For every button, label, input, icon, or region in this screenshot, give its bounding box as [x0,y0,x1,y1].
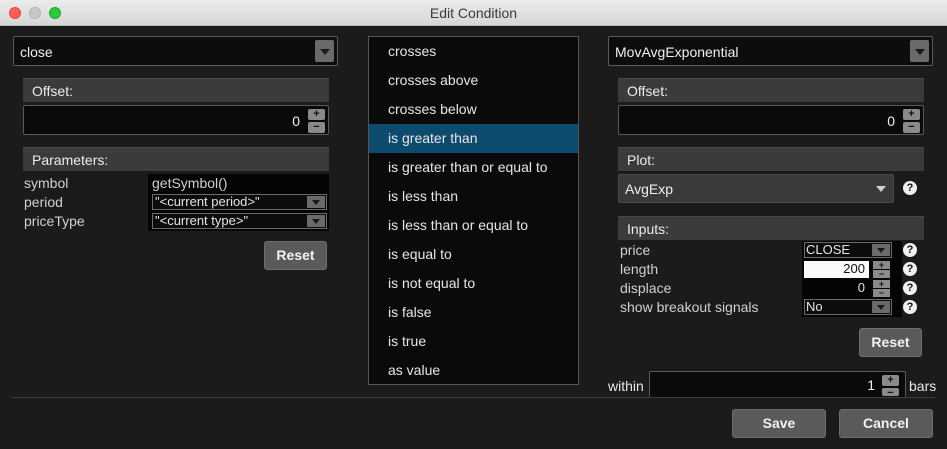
param-value[interactable]: getSymbol() [152,175,227,191]
left-offset-field[interactable]: 0 + − [23,105,329,135]
operator-item[interactable]: as value [369,356,578,385]
increment-icon[interactable]: + [882,375,899,386]
operator-item[interactable]: is not equal to [369,269,578,298]
pricetype-value: "<current type>" [155,213,249,228]
help-icon[interactable]: ? [903,281,917,295]
length-input[interactable]: 200 [804,261,869,278]
operator-item[interactable]: is true [369,327,578,356]
breakout-value: No [806,299,823,314]
operator-item[interactable]: is less than [369,182,578,211]
parameters-header: Parameters: [23,147,329,171]
operator-item[interactable]: is greater than or equal to [369,153,578,182]
window-title: Edit Condition [429,5,518,21]
right-offset-header: Offset: [618,78,924,102]
input-row-length: length 200 + − ? [618,260,924,279]
within-label: within [608,378,644,394]
breakout-select[interactable]: No [804,299,892,315]
help-icon[interactable]: ? [903,300,917,314]
chevron-down-icon[interactable] [307,215,325,227]
plot-select[interactable]: AvgExp [618,174,894,203]
param-key: priceType [24,213,85,229]
left-reset-button[interactable]: Reset [264,241,327,270]
decrement-icon[interactable]: − [882,388,899,399]
displace-value: 0 [857,280,865,295]
input-row-displace: displace 0 + − ? [618,279,924,298]
left-offset-header: Offset: [23,78,329,102]
input-row-price: price CLOSE ? [618,241,924,260]
help-icon[interactable]: ? [903,262,917,276]
title-bar: Edit Condition [0,0,947,26]
right-offset-label: Offset: [627,83,668,99]
increment-icon[interactable]: + [903,109,920,120]
chevron-down-icon[interactable] [307,196,325,208]
operator-item[interactable]: is equal to [369,240,578,269]
pricetype-select[interactable]: "<current type>" [152,213,327,229]
right-reset-button[interactable]: Reset [859,328,922,357]
param-key: period [24,194,63,210]
plot-label: Plot: [627,152,656,168]
chevron-down-icon[interactable] [876,186,886,192]
displace-input[interactable]: 0 [804,280,869,297]
input-key: show breakout signals [620,299,759,315]
operator-item[interactable]: crosses above [369,66,578,95]
inputs-header: Inputs: [618,216,924,240]
left-field-value: close [20,44,53,60]
operator-item-selected[interactable]: is greater than [369,124,578,153]
inputs-label: Inputs: [627,221,670,237]
param-row-pricetype: priceType "<current type>" [23,212,329,231]
param-row-symbol: symbol getSymbol() [23,174,329,193]
price-value: CLOSE [806,242,851,257]
input-key: displace [620,280,672,296]
decrement-icon[interactable]: − [873,289,890,298]
decrement-icon[interactable]: − [308,122,325,133]
increment-icon[interactable]: + [873,280,890,289]
chevron-down-icon[interactable] [872,244,890,256]
parameters-grid: symbol getSymbol() period "<current peri… [23,174,329,231]
plot-header: Plot: [618,147,924,171]
length-value: 200 [843,261,865,276]
param-row-period: period "<current period>" [23,193,329,212]
divider [12,397,935,398]
edit-condition-dialog: close Offset: 0 + − Parameters: symbol g… [0,26,947,449]
right-offset-value: 0 [887,113,895,129]
help-icon[interactable]: ? [903,181,917,195]
within-value: 1 [867,377,875,393]
operator-item[interactable]: crosses below [369,95,578,124]
right-offset-field[interactable]: 0 + − [618,105,924,135]
input-row-breakout: show breakout signals No ? [618,298,924,317]
decrement-icon[interactable]: − [873,270,890,279]
increment-icon[interactable]: + [308,109,325,120]
operator-item[interactable]: is false [369,298,578,327]
bars-label: bars [909,378,937,394]
within-field[interactable]: 1 + − [649,371,906,399]
left-offset-value: 0 [292,113,300,129]
period-value: "<current period>" [155,194,260,209]
chevron-down-icon[interactable] [872,301,890,313]
operator-list[interactable]: crosses crosses above crosses below is g… [368,36,579,385]
decrement-icon[interactable]: − [903,122,920,133]
plot-value: AvgExp [625,181,673,197]
help-icon[interactable]: ? [903,243,917,257]
chevron-down-icon[interactable] [910,40,929,62]
param-key: symbol [24,175,69,191]
price-select[interactable]: CLOSE [804,242,892,258]
input-key: price [620,242,651,258]
period-select[interactable]: "<current period>" [152,194,327,210]
left-offset-label: Offset: [32,83,73,99]
left-field-select[interactable]: close [13,36,338,66]
inputs-grid: price CLOSE ? length 200 + − ? displace … [618,241,924,317]
operator-item[interactable]: crosses [369,37,578,66]
right-study-value: MovAvgExponential [615,44,739,60]
input-key: length [620,261,659,277]
save-button[interactable]: Save [732,409,826,438]
right-study-select[interactable]: MovAvgExponential [608,36,933,66]
operator-item[interactable]: is less than or equal to [369,211,578,240]
increment-icon[interactable]: + [873,261,890,270]
chevron-down-icon[interactable] [315,40,334,62]
cancel-button[interactable]: Cancel [839,409,933,438]
parameters-label: Parameters: [32,152,109,168]
